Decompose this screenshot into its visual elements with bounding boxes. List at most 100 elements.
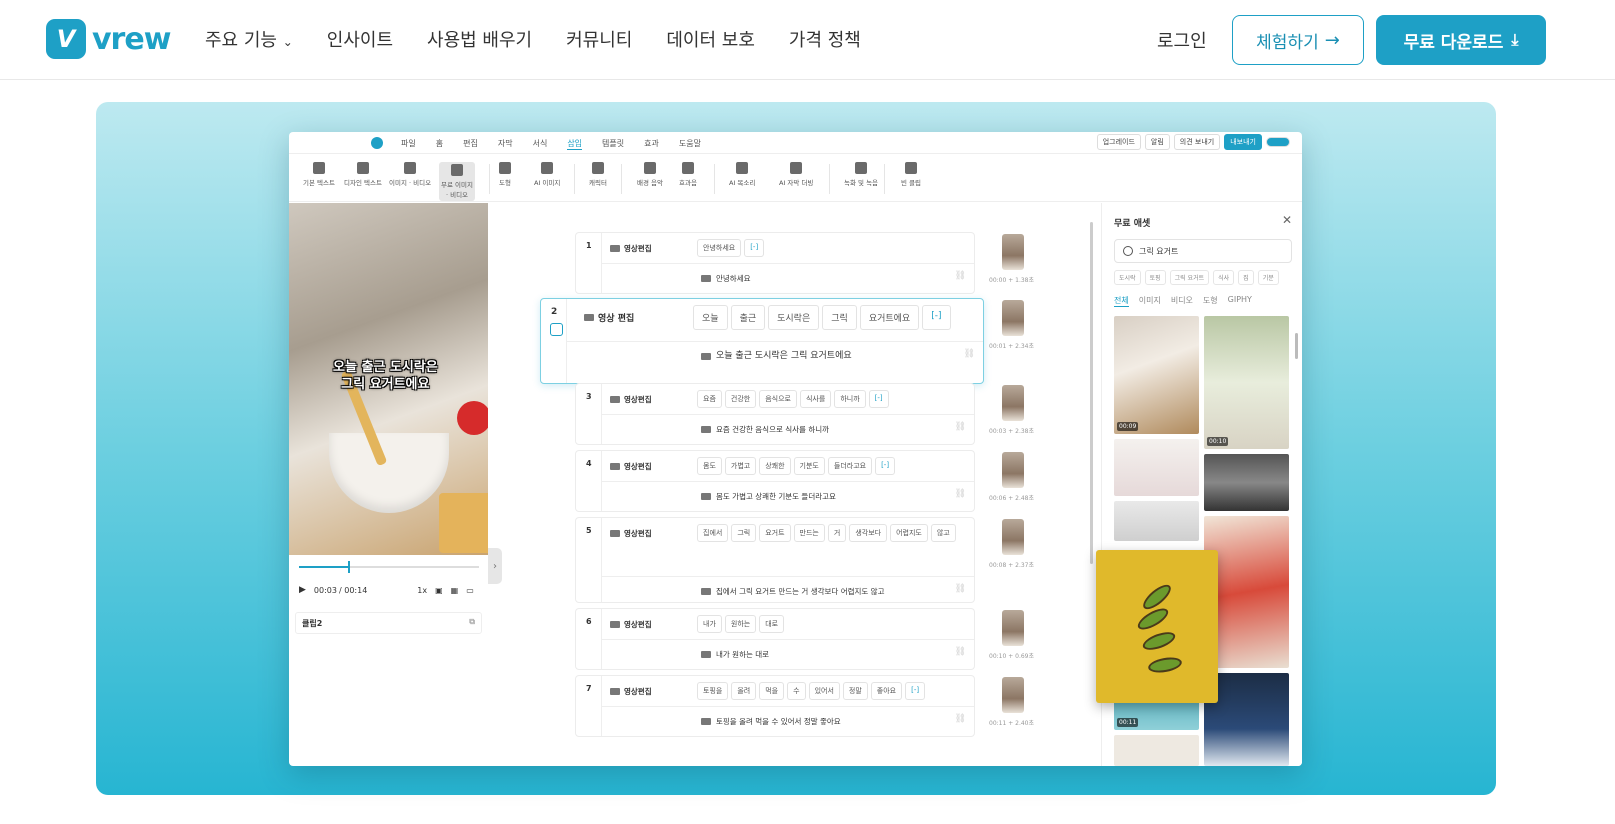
player-progress[interactable] [299,561,479,573]
link-icon[interactable]: ⛓ [955,647,966,657]
clip-thumbnail[interactable] [1002,300,1024,336]
menu-data-protection[interactable]: 데이터 보호 [666,26,755,52]
clip-thumbnail[interactable] [1002,677,1024,713]
chip[interactable]: 토핑 [1144,270,1166,285]
clip-thumbnail[interactable] [1002,234,1024,270]
tab-all[interactable]: 전체 [1114,295,1129,307]
tool-design-text[interactable]: 디자인 텍스트 [344,162,382,187]
login-link[interactable]: 로그인 [1157,27,1207,53]
clip-row[interactable]: 3 영상편집 요즘 건강한 음식으로 식사를 하니까 [-] 요즘 건강한 음식으로 식사를 하… [575,383,975,445]
caption-icon[interactable]: ▭ [466,586,474,595]
word-chip[interactable]: [-] [868,390,889,408]
clip-subtitle[interactable]: 안녕하세요 [701,273,751,284]
tool-sfx[interactable]: 효과음 [679,162,697,187]
menu-learn[interactable]: 사용법 배우기 [427,26,532,52]
clip-subtitle[interactable]: 몸도 가볍고 상쾌한 기분도 들더라고요 [701,491,836,502]
chip[interactable]: 그릭 요거트 [1169,270,1210,285]
link-icon[interactable]: ⛓ [955,584,966,594]
clip-row[interactable]: 2 영상 편집 오늘 출근 도시락은 그릭 요거트에요 [-] 오늘 출근 도시락은 그릭 요거… [540,298,984,384]
try-button[interactable]: 체험하기 → [1232,15,1364,65]
word-chip[interactable]: 몸도 [697,457,722,475]
feedback-button[interactable]: 의견 보내기 [1173,134,1221,150]
menu-insights[interactable]: 인사이트 [327,26,393,52]
word-chip[interactable]: 정말 [842,682,868,700]
clip-list-scrollbar[interactable] [1090,222,1093,564]
tool-bgm[interactable]: 배경 음악 [637,162,663,187]
menu-format[interactable]: 서식 [533,138,548,150]
word-chip[interactable]: 대로 [759,615,785,633]
clip-label[interactable]: 영상편집 [610,619,652,630]
word-chip[interactable]: 있어서 [808,682,840,700]
tool-empty-clip[interactable]: 빈 클립 [901,162,921,187]
word-chip[interactable]: 안녕하세요 [697,239,742,257]
clip-checkbox[interactable] [550,323,563,336]
menu-home[interactable]: 홈 [436,138,443,150]
word-chip[interactable]: 수 [787,682,806,700]
clip-row[interactable]: 5 영상편집 집에서 그릭 요거트 만드는 거 생각보다 어렵지도 않고 집에서 그릭 요거트 만드… [575,517,975,603]
tool-character[interactable]: 캐릭터 [589,162,607,187]
word-chip[interactable]: 올려 [731,682,757,700]
word-chip[interactable]: 건강한 [724,390,757,408]
vrew-logo[interactable]: V vrew [46,19,171,59]
chip[interactable]: 식사 [1213,270,1235,285]
clip-thumbnail[interactable] [1002,610,1024,646]
upgrade-button[interactable]: 업그레이드 [1096,134,1141,150]
link-icon[interactable]: ⛓ [964,349,975,359]
chip[interactable]: 기분 [1257,270,1279,285]
tool-free-media[interactable]: 무료 이미지 · 비디오 [439,162,475,201]
clip-label[interactable]: 영상편집 [610,461,652,472]
theme-toggle[interactable] [1266,137,1290,147]
word-chip[interactable]: 기분도 [793,457,825,475]
tab-shape[interactable]: 도형 [1203,295,1218,307]
word-chip[interactable]: 생각보다 [849,524,888,542]
clip-name-box[interactable]: 클립2 ⧉ [295,612,482,634]
external-link-icon[interactable]: ⧉ [469,617,475,627]
word-chip[interactable]: 집에서 [697,524,729,542]
word-chip[interactable]: 오늘 [693,305,728,330]
word-chip[interactable]: 요거트에요 [859,305,920,330]
panel-scrollbar[interactable] [1295,333,1298,359]
close-icon[interactable]: ✕ [1282,213,1292,227]
clip-label[interactable]: 영상편집 [610,394,652,405]
play-icon[interactable]: ▶ [299,585,306,595]
grid-icon[interactable]: ▦ [451,586,459,595]
asset-thumbnail[interactable] [1204,454,1289,511]
clip-subtitle[interactable]: 토핑을 올려 먹을 수 있어서 정말 좋아요 [701,716,841,727]
menu-pricing[interactable]: 가격 정책 [789,26,861,52]
menu-insert[interactable]: 삽입 [567,138,583,150]
clip-thumbnail[interactable] [1002,452,1024,488]
video-preview[interactable]: 오늘 출근 도시락은 그릭 요거트에요 [289,203,488,555]
word-chip[interactable]: 좋아요 [870,682,903,700]
assets-search-input[interactable]: 그릭 요거트 [1114,239,1292,263]
menu-edit[interactable]: 편집 [463,138,478,150]
tool-basic-text[interactable]: 기본 텍스트 [303,162,335,187]
clip-thumbnail[interactable] [1002,385,1024,421]
download-button[interactable]: 무료 다운로드 ⤓ [1376,15,1546,65]
word-chip[interactable]: 요거트 [759,524,791,542]
tab-video[interactable]: 비디오 [1171,295,1193,307]
clip-label[interactable]: 영상편집 [610,528,652,539]
tool-ai-dubbing[interactable]: AI 자막 더빙 [779,162,813,187]
link-icon[interactable]: ⛓ [955,489,966,499]
tool-ai-voice[interactable]: AI 목소리 [729,162,755,187]
dragged-kiwi-asset[interactable] [1096,550,1218,703]
word-chip[interactable]: 음식으로 [759,390,797,408]
clip-row[interactable]: 1 영상편집 안녕하세요 [-] 안녕하세요 ⛓ [575,232,975,294]
menu-subtitle[interactable]: 자막 [498,138,513,150]
link-icon[interactable]: ⛓ [955,422,966,432]
menu-file[interactable]: 파일 [401,138,416,150]
asset-thumbnail[interactable] [1114,735,1199,766]
chip[interactable]: 집 [1238,270,1254,285]
word-chip[interactable]: 원하는 [724,615,757,633]
menu-community[interactable]: 커뮤니티 [566,26,632,52]
word-chip[interactable]: 식사를 [799,390,832,408]
word-chip[interactable]: [-] [875,457,896,475]
speed-button[interactable]: 1x [417,586,427,595]
word-chip[interactable]: 하니까 [834,390,866,408]
clip-row[interactable]: 7 영상편집 토핑을 올려 먹을 수 있어서 정말 좋아요 [-] 토핑을 올려 먹을 수 있어서 … [575,675,975,737]
tool-ai-image[interactable]: AI 이미지 [534,162,560,187]
word-chip[interactable]: 거 [827,524,847,542]
asset-thumbnail[interactable]: 00:09 [1114,316,1199,434]
tool-image-video[interactable]: 이미지 · 비디오 [389,162,431,187]
word-chip[interactable]: 도시락은 [768,305,820,330]
